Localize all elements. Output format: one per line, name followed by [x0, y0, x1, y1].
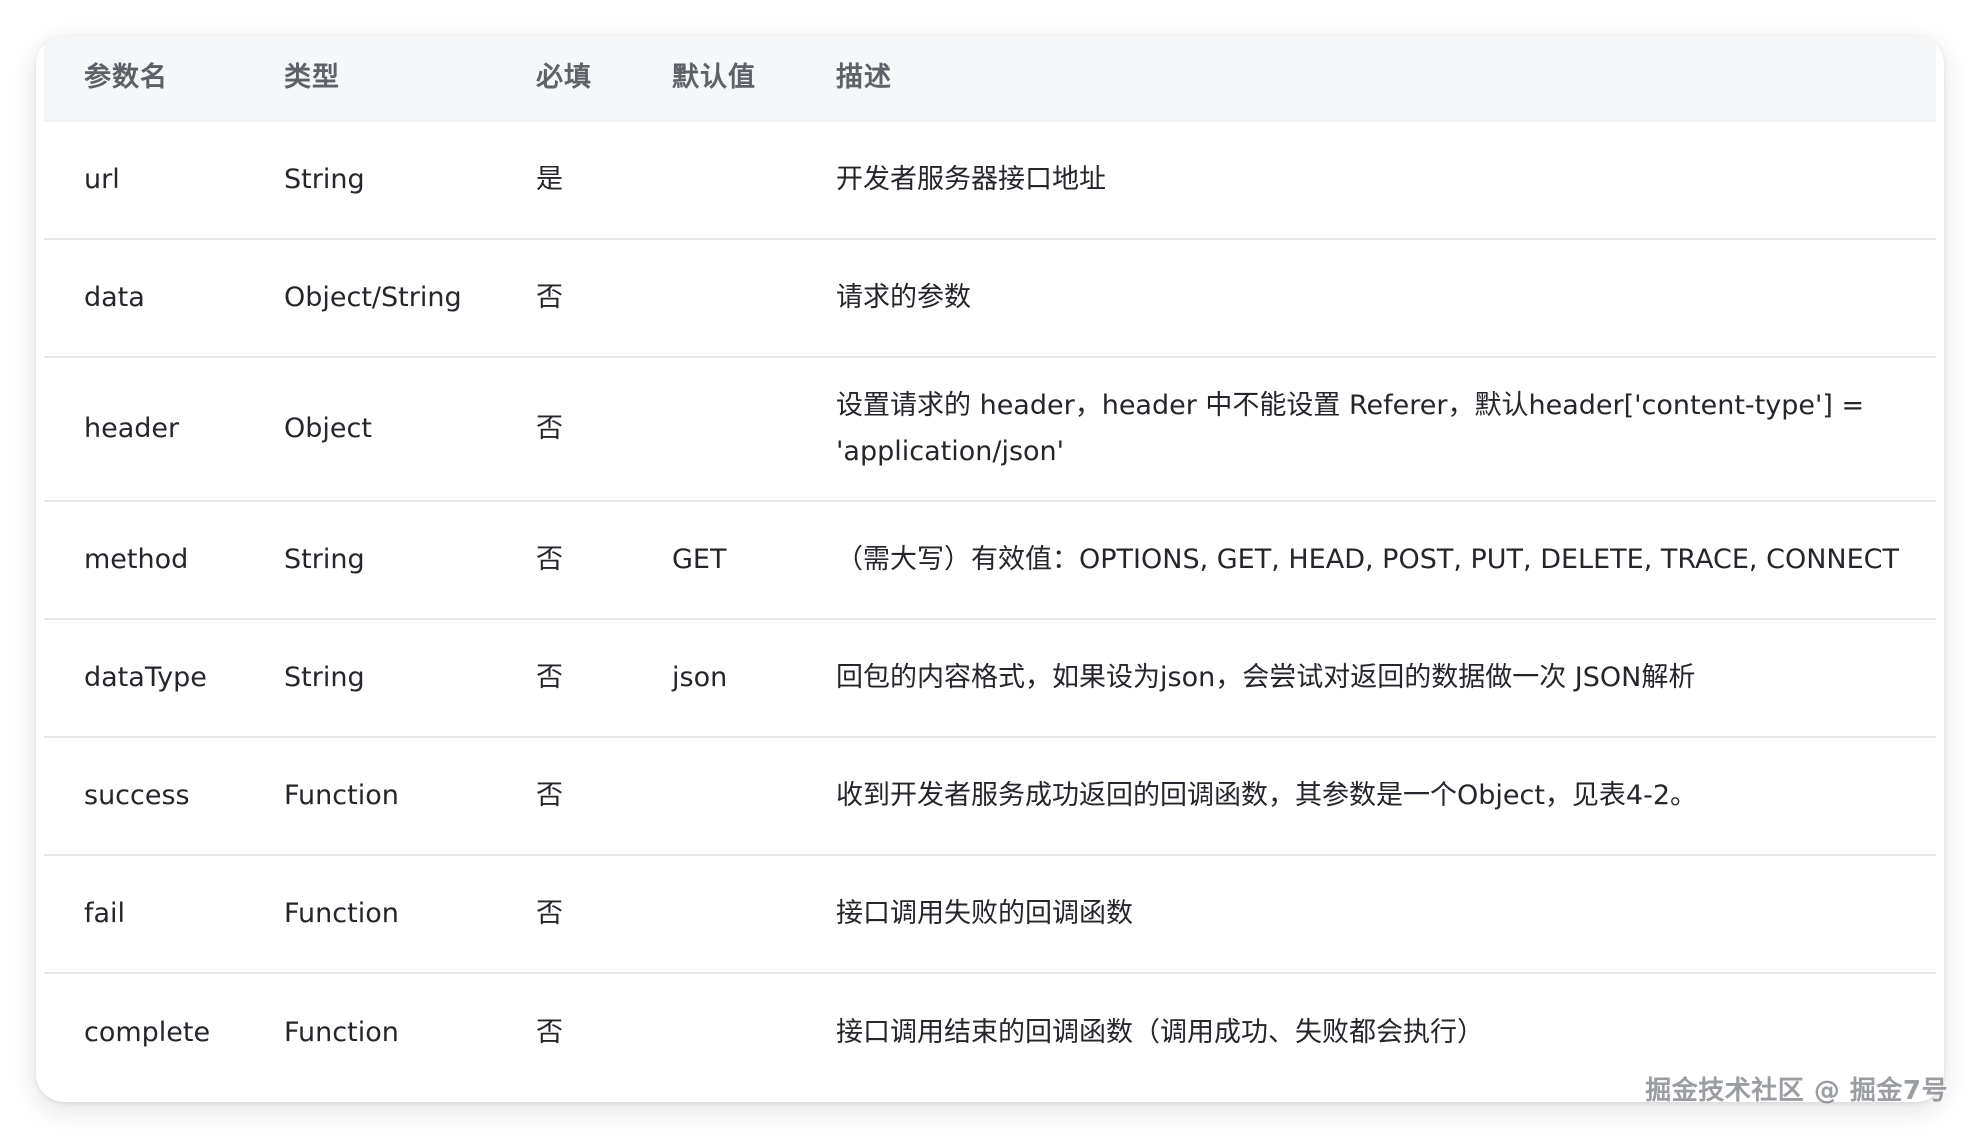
table-header-row: 参数名 类型 必填 默认值 描述: [44, 36, 1936, 122]
parameter-type-cell: Object: [244, 357, 496, 502]
parameter-required-cell: 否: [496, 239, 632, 358]
column-header-type: 类型: [244, 36, 496, 122]
table-row: success Function 否 收到开发者服务成功返回的回调函数，其参数是…: [44, 737, 1936, 856]
parameter-default-cell: [632, 357, 796, 502]
parameter-default-cell: [632, 973, 796, 1091]
table-row: method String 否 GET （需大写）有效值：OPTIONS, GE…: [44, 501, 1936, 620]
parameter-name-cell: header: [44, 357, 244, 502]
parameter-type-cell: String: [244, 121, 496, 240]
parameter-name-cell: complete: [84, 1016, 211, 1048]
parameter-type-cell: String: [244, 501, 496, 620]
parameter-description-cell: （需大写）有效值：OPTIONS, GET, HEAD, POST, PUT, …: [796, 501, 1936, 620]
table-row: header Object 否 设置请求的 header，header 中不能设…: [44, 357, 1936, 502]
parameter-default-cell: [632, 121, 796, 240]
parameter-name-cell: fail: [44, 855, 244, 974]
column-header-name: 参数名: [44, 36, 244, 122]
table-row: dataType String 否 json 回包的内容格式，如果设为json，…: [44, 619, 1936, 738]
parameter-required-cell: 否: [496, 619, 632, 738]
column-header-required: 必填: [496, 36, 632, 122]
parameter-default-cell: [632, 239, 796, 358]
parameter-required-cell: 否: [496, 737, 632, 856]
parameter-required-cell: 是: [496, 121, 632, 240]
table-row: fail Function 否 接口调用失败的回调函数: [44, 855, 1936, 974]
parameter-default-cell: json: [632, 619, 796, 738]
parameter-default-cell: [632, 737, 796, 856]
parameter-table-card: 参数名 类型 必填 默认值 描述 url String 是 开发者服务器接口地址…: [36, 36, 1944, 1102]
parameter-type-cell: String: [244, 619, 496, 738]
parameter-type-cell: Function: [244, 737, 496, 856]
parameter-name-cell: url: [44, 121, 244, 240]
parameter-name-cell: method: [44, 501, 244, 620]
parameter-name-cell: dataType: [44, 619, 244, 738]
parameter-default-cell: [632, 855, 796, 974]
parameter-type-cell: Object/String: [244, 239, 496, 358]
parameter-type-cell: Function: [244, 855, 496, 974]
parameter-name-cell: data: [44, 239, 244, 358]
page: 参数名 类型 必填 默认值 描述 url String 是 开发者服务器接口地址…: [0, 0, 1980, 1138]
parameter-description-cell: 收到开发者服务成功返回的回调函数，其参数是一个Object，见表4-2。: [796, 737, 1936, 856]
table-row: data Object/String 否 请求的参数: [44, 239, 1936, 358]
parameter-description-cell: 设置请求的 header，header 中不能设置 Referer，默认head…: [796, 357, 1936, 502]
parameter-required-cell: 否: [496, 855, 632, 974]
parameter-description-cell: 回包的内容格式，如果设为json，会尝试对返回的数据做一次 JSON解析: [796, 619, 1936, 738]
parameter-description-cell: 开发者服务器接口地址: [796, 121, 1936, 240]
parameter-description-cell: 接口调用失败的回调函数: [796, 855, 1936, 974]
parameter-required-cell: 否: [496, 501, 632, 620]
parameter-default-cell: GET: [632, 501, 796, 620]
column-header-default: 默认值: [632, 36, 796, 122]
table-row: url String 是 开发者服务器接口地址: [44, 121, 1936, 240]
parameter-required-cell: 否: [496, 357, 632, 502]
parameter-table: 参数名 类型 必填 默认值 描述 url String 是 开发者服务器接口地址…: [44, 36, 1936, 1091]
parameter-description-cell: 请求的参数: [796, 239, 1936, 358]
column-header-description: 描述: [796, 36, 1936, 122]
watermark: 掘金技术社区 @ 掘金7号: [1645, 1076, 1948, 1106]
parameter-required-cell: 否: [536, 1016, 563, 1048]
parameter-type-cell: Function: [284, 1016, 399, 1048]
parameter-name-cell: success: [44, 737, 244, 856]
